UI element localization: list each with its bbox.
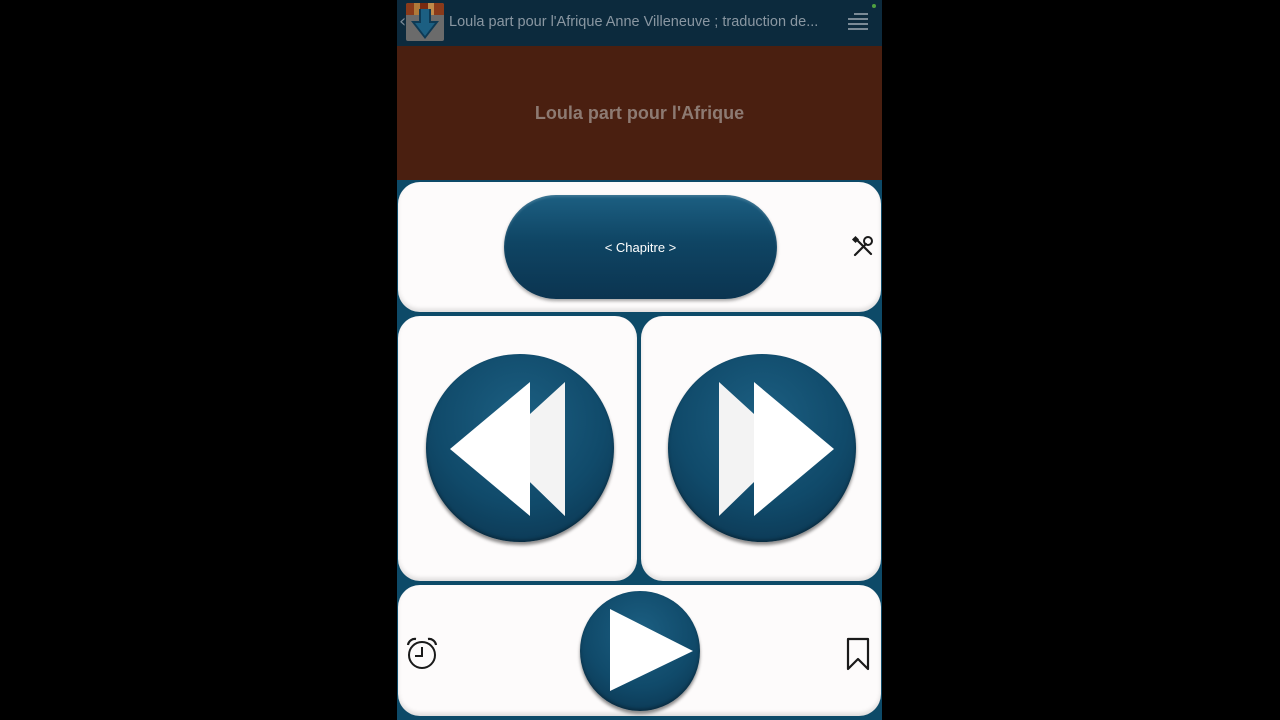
play-button[interactable] [580, 591, 700, 711]
rewind-icon [450, 382, 565, 516]
action-bar: ‹ Loula part pour l'Afrique Anne Villene… [397, 0, 882, 46]
download-books-icon[interactable] [406, 3, 444, 41]
status-indicator [872, 4, 876, 8]
fast-forward-button[interactable] [668, 354, 856, 542]
fast-forward-icon [719, 382, 834, 516]
play-icon [610, 609, 693, 691]
bookmark-icon[interactable] [846, 637, 870, 671]
rewind-button[interactable] [426, 354, 614, 542]
chapter-panel: < Chapitre > [398, 182, 881, 312]
audiobook-player-screen: ‹ Loula part pour l'Afrique Anne Villene… [397, 0, 882, 720]
book-banner: Loula part pour l'Afrique [397, 46, 882, 180]
alarm-clock-icon[interactable] [405, 636, 439, 670]
tools-icon[interactable] [851, 235, 875, 259]
rewind-panel [398, 316, 637, 581]
book-title: Loula part pour l'Afrique [534, 102, 745, 123]
chapter-button[interactable]: < Chapitre > [504, 195, 777, 299]
app-bar-title: Loula part pour l'Afrique Anne Villeneuv… [449, 14, 819, 30]
menu-lines-icon[interactable] [846, 10, 868, 34]
play-panel [398, 585, 881, 716]
fast-forward-panel [641, 316, 881, 581]
